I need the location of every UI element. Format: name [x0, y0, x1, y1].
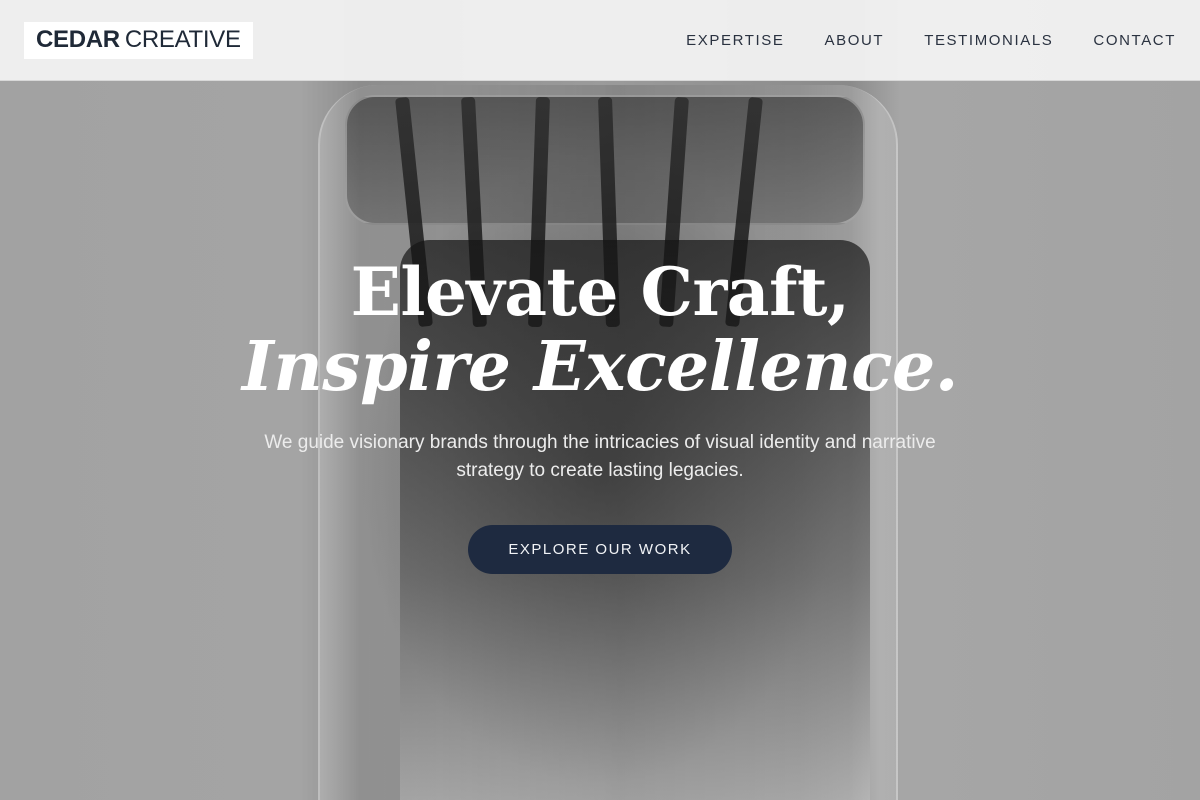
nav-link-contact[interactable]: CONTACT: [1093, 32, 1176, 49]
brand-name-light: CREATIVE: [124, 26, 241, 53]
hero-headline-line1: Elevate Craft,: [350, 253, 850, 331]
brand-name-bold: CEDAR: [36, 26, 120, 53]
nav-link-testimonials[interactable]: TESTIMONIALS: [924, 32, 1053, 49]
hero-headline: Elevate Craft, Inspire Excellence.: [0, 255, 1200, 405]
nav-link-about[interactable]: ABOUT: [825, 32, 885, 49]
nav-links: EXPERTISE ABOUT TESTIMONIALS CONTACT: [686, 32, 1176, 49]
brand-logo[interactable]: CEDAR CREATIVE: [24, 21, 253, 59]
explore-work-button[interactable]: EXPLORE OUR WORK: [468, 525, 732, 574]
nav-link-expertise[interactable]: EXPERTISE: [686, 32, 784, 49]
hero-content: Elevate Craft, Inspire Excellence. We gu…: [0, 255, 1200, 574]
jar-neck-image: [345, 95, 865, 328]
hero-subtitle: We guide visionary brands through the in…: [264, 432, 936, 481]
hero-headline-line2: Inspire Excellence.: [242, 327, 958, 407]
top-navigation: CEDAR CREATIVE EXPERTISE ABOUT TESTIMONI…: [0, 0, 1200, 81]
